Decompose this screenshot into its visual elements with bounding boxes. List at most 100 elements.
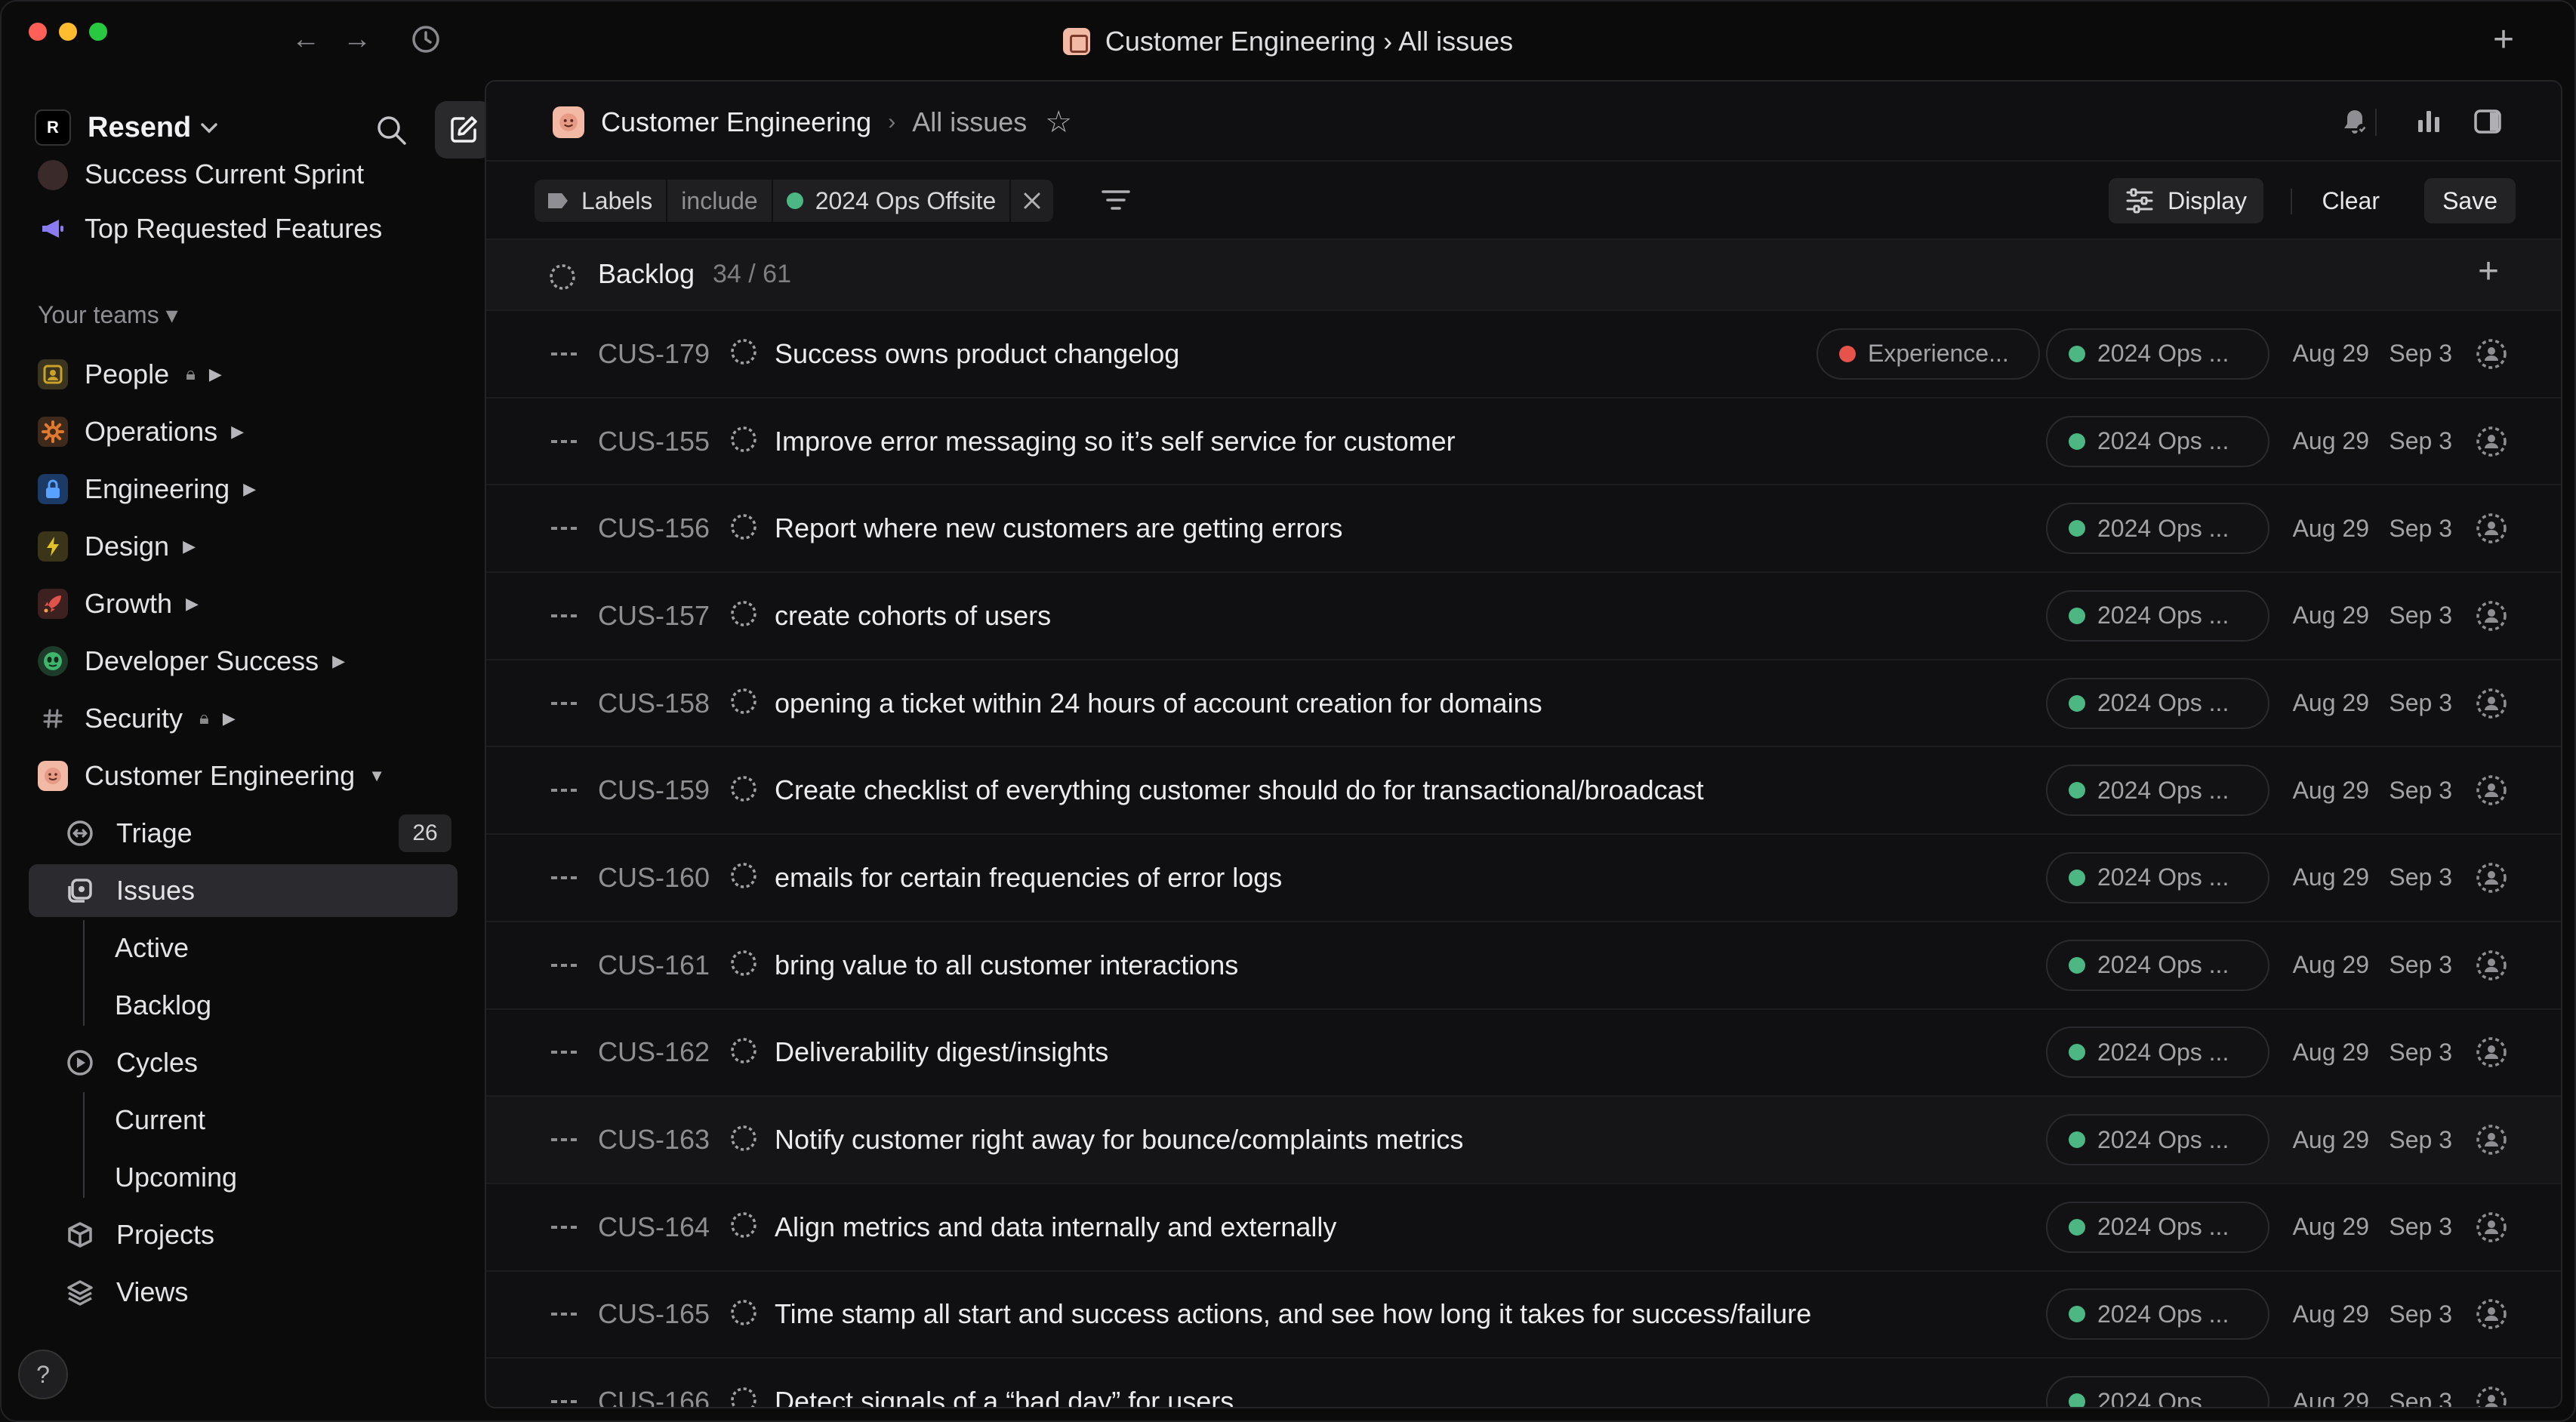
no-priority-icon[interactable]: [551, 701, 577, 705]
breadcrumb-team[interactable]: Customer Engineering: [601, 106, 871, 138]
unassigned-avatar-icon[interactable]: [2475, 1385, 2508, 1407]
backlog-status-icon[interactable]: [729, 687, 758, 719]
issue-label-pill[interactable]: 2024 Ops ...: [2046, 1376, 2269, 1407]
issue-label-pill[interactable]: 2024 Ops ...: [2046, 589, 2269, 642]
issue-label-pill[interactable]: 2024 Ops ...: [2046, 1201, 2269, 1253]
issue-start-date[interactable]: Aug 29: [2293, 951, 2369, 979]
issue-label-pill[interactable]: 2024 Ops ...: [2046, 851, 2269, 903]
issue-start-date[interactable]: Aug 29: [2293, 863, 2369, 891]
unassigned-avatar-icon[interactable]: [2475, 949, 2508, 982]
search-icon[interactable]: [371, 110, 412, 151]
help-button[interactable]: ?: [18, 1350, 68, 1399]
issue-start-date[interactable]: Aug 29: [2293, 689, 2369, 717]
issue-start-date[interactable]: Aug 29: [2293, 1300, 2369, 1328]
issue-label-pill[interactable]: 2024 Ops ...: [2046, 1026, 2269, 1079]
issue-due-date[interactable]: Sep 3: [2389, 1300, 2452, 1328]
issue-row[interactable]: CUS-162 Deliverability digest/insights A…: [486, 1010, 2561, 1097]
collapse-arrow-icon[interactable]: ▼: [368, 766, 385, 786]
backlog-status-icon[interactable]: [729, 1386, 758, 1407]
backlog-group-header[interactable]: Backlog 34 / 61 +: [486, 240, 2561, 311]
issue-due-date[interactable]: Sep 3: [2389, 1039, 2452, 1066]
sidebar-team-design[interactable]: Design ▶: [29, 520, 458, 573]
issue-due-date[interactable]: Sep 3: [2389, 951, 2452, 979]
issue-label-pill[interactable]: 2024 Ops ...: [2046, 328, 2269, 380]
unassigned-avatar-icon[interactable]: [2475, 1036, 2508, 1069]
issue-start-date[interactable]: Aug 29: [2293, 1388, 2369, 1407]
backlog-status-icon[interactable]: [729, 1036, 758, 1069]
unassigned-avatar-icon[interactable]: [2475, 861, 2508, 894]
issue-row[interactable]: CUS-179 Success owns product changelog A…: [486, 311, 2561, 399]
no-priority-icon[interactable]: [551, 1138, 577, 1142]
backlog-status-icon[interactable]: [729, 337, 758, 370]
sidebar-team-growth[interactable]: Growth ▶: [29, 577, 458, 630]
issue-due-date[interactable]: Sep 3: [2389, 427, 2452, 455]
expand-arrow-icon[interactable]: ▶: [223, 709, 236, 728]
no-priority-icon[interactable]: [551, 876, 577, 879]
expand-arrow-icon[interactable]: ▶: [183, 537, 196, 556]
sidebar-team-engineering[interactable]: Engineering ▶: [29, 463, 458, 516]
issue-label-pill[interactable]: Experience...: [1816, 328, 2040, 380]
sidebar-favorite-success-sprint[interactable]: Success Current Sprint: [29, 160, 458, 190]
sidebar-item-active[interactable]: Active: [115, 922, 189, 974]
sidebar-item-cycles[interactable]: Cycles: [56, 1036, 458, 1089]
issue-start-date[interactable]: Aug 29: [2293, 1126, 2369, 1154]
sidebar-team-security[interactable]: Security 🔒︎ ▶: [29, 692, 458, 745]
issue-start-date[interactable]: Aug 29: [2293, 427, 2369, 455]
sidebar-team-people[interactable]: People 🔒︎ ▶: [29, 348, 458, 401]
expand-arrow-icon[interactable]: ▶: [209, 365, 222, 384]
issue-row[interactable]: CUS-155 Improve error messaging so it’s …: [486, 399, 2561, 486]
issue-start-date[interactable]: Aug 29: [2293, 777, 2369, 805]
breadcrumb-view[interactable]: All issues: [912, 106, 1027, 138]
sidebar-item-issues[interactable]: Issues: [29, 864, 458, 917]
sidebar-team-customer-engineering[interactable]: Customer Engineering ▼: [29, 749, 458, 802]
clear-filters-button[interactable]: Clear: [2306, 178, 2396, 223]
expand-arrow-icon[interactable]: ▶: [186, 594, 199, 614]
no-priority-icon[interactable]: [551, 614, 577, 617]
unassigned-avatar-icon[interactable]: [2475, 687, 2508, 720]
issue-label-pill[interactable]: 2024 Ops ...: [2046, 1114, 2269, 1166]
issue-row[interactable]: CUS-157 create cohorts of users Aug 29 S…: [486, 573, 2561, 660]
unassigned-avatar-icon[interactable]: [2475, 774, 2508, 807]
issue-row[interactable]: CUS-164 Align metrics and data internall…: [486, 1184, 2561, 1272]
bar-chart-icon[interactable]: [2410, 103, 2448, 140]
sidebar-item-triage[interactable]: Triage 26: [56, 807, 458, 860]
unassigned-avatar-icon[interactable]: [2475, 337, 2508, 371]
issue-due-date[interactable]: Sep 3: [2389, 1126, 2452, 1154]
no-priority-icon[interactable]: [551, 527, 577, 531]
issue-start-date[interactable]: Aug 29: [2293, 340, 2369, 368]
backlog-status-icon[interactable]: [729, 425, 758, 457]
sidebar-item-projects[interactable]: Projects: [56, 1208, 458, 1261]
sidebar-favorite-top-requested[interactable]: Top Requested Features: [29, 202, 458, 255]
filter-icon[interactable]: [1101, 187, 1131, 214]
issue-row[interactable]: CUS-159 Create checklist of everything c…: [486, 747, 2561, 836]
issue-due-date[interactable]: Sep 3: [2389, 515, 2452, 543]
save-view-button[interactable]: Save: [2424, 178, 2516, 223]
sidebar-toggle-icon[interactable]: [2469, 103, 2507, 140]
issue-label-pill[interactable]: 2024 Ops ...: [2046, 677, 2269, 729]
filter-value[interactable]: 2024 Ops Offsite: [772, 180, 1010, 222]
issue-label-pill[interactable]: 2024 Ops ...: [2046, 1288, 2269, 1340]
issue-row[interactable]: CUS-165 Time stamp all start and success…: [486, 1272, 2561, 1359]
backlog-status-icon[interactable]: [729, 861, 758, 894]
unassigned-avatar-icon[interactable]: [2475, 512, 2508, 545]
issue-row[interactable]: CUS-160 emails for certain frequencies o…: [486, 835, 2561, 922]
issue-due-date[interactable]: Sep 3: [2389, 777, 2452, 805]
unassigned-avatar-icon[interactable]: [2475, 425, 2508, 458]
issue-start-date[interactable]: Aug 29: [2293, 1213, 2369, 1241]
issue-label-pill[interactable]: 2024 Ops ...: [2046, 939, 2269, 991]
unassigned-avatar-icon[interactable]: [2475, 599, 2508, 633]
star-icon[interactable]: ☆: [1045, 105, 1072, 140]
no-priority-icon[interactable]: [551, 439, 577, 443]
issue-due-date[interactable]: Sep 3: [2389, 1388, 2452, 1407]
sidebar-item-upcoming[interactable]: Upcoming: [115, 1151, 237, 1204]
issue-label-pill[interactable]: 2024 Ops ...: [2046, 503, 2269, 555]
sidebar-team-operations[interactable]: Operations ▶: [29, 405, 458, 458]
no-priority-icon[interactable]: [551, 1225, 577, 1229]
sidebar-item-current[interactable]: Current: [115, 1094, 205, 1147]
issue-label-pill[interactable]: 2024 Ops ...: [2046, 765, 2269, 817]
expand-arrow-icon[interactable]: ▶: [243, 479, 256, 499]
expand-arrow-icon[interactable]: ▶: [231, 422, 244, 442]
issue-due-date[interactable]: Sep 3: [2389, 863, 2452, 891]
issue-due-date[interactable]: Sep 3: [2389, 602, 2452, 629]
issue-row[interactable]: CUS-156 Report where new customers are g…: [486, 485, 2561, 574]
